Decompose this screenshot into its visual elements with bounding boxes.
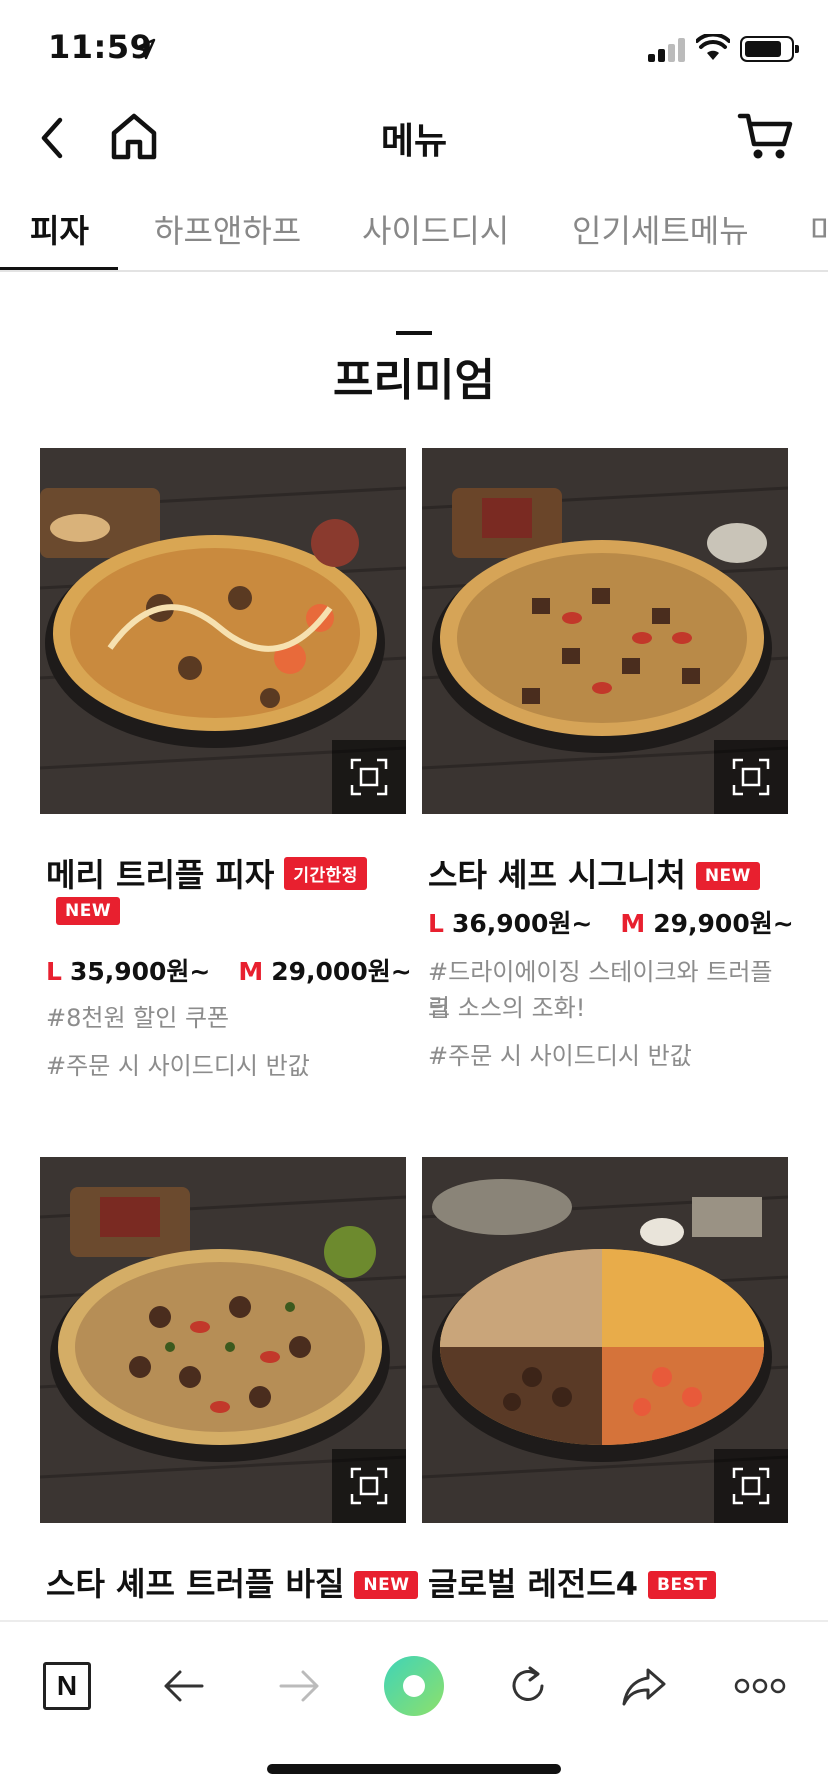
product-name[interactable]: 스타 셰프 시그니처 NEW (428, 850, 760, 896)
price-row: L 35,900원~ M 29,000원~ (46, 957, 412, 986)
zoom-frame-icon (350, 1467, 388, 1505)
naver-home-button[interactable]: N (37, 1656, 97, 1716)
price-medium: 29,000원~ (271, 957, 412, 986)
location-arrow-icon (134, 38, 156, 60)
more-button[interactable] (730, 1656, 790, 1716)
tab-side-dish[interactable]: 사이드디시 (362, 206, 509, 252)
product-tag: #8천원 할인 쿠폰 (46, 1004, 230, 1032)
zoom-button[interactable] (332, 740, 406, 814)
price-large: 36,900원~ (451, 909, 593, 938)
new-badge: NEW (695, 862, 760, 890)
product-name[interactable]: 글로벌 레전드4 BEST (428, 1559, 717, 1605)
price-large: 35,900원~ (69, 957, 211, 986)
product-image[interactable] (422, 448, 788, 814)
nav-bar: 메뉴 (0, 94, 828, 182)
product-name[interactable]: 메리 트리플 피자 기간한정 (46, 850, 367, 896)
best-badge: BEST (648, 1571, 717, 1599)
price-row: L 36,900원~ M 29,900원~ (428, 909, 794, 938)
wifi-icon (696, 34, 730, 60)
zoom-frame-icon (732, 1467, 770, 1505)
zoom-frame-icon (350, 758, 388, 796)
more-dots-icon (734, 1678, 786, 1694)
green-dot-button[interactable] (384, 1656, 444, 1716)
product-tag: #주문 시 사이드디시 반값 (428, 1042, 692, 1070)
zoom-button[interactable] (332, 1449, 406, 1523)
cart-icon[interactable] (736, 106, 796, 166)
new-badge: NEW (354, 1571, 419, 1599)
zoom-frame-icon (732, 758, 770, 796)
zoom-button[interactable] (714, 1449, 788, 1523)
browser-back-button[interactable] (154, 1656, 214, 1716)
reload-button[interactable] (498, 1656, 558, 1716)
share-button[interactable] (614, 1656, 674, 1716)
product-image[interactable] (422, 1157, 788, 1523)
home-indicator (267, 1764, 561, 1774)
naver-n-icon: N (43, 1662, 91, 1710)
category-tabs: 피자 하프앤하프 사이드디시 인기세트메뉴 마 (0, 188, 828, 272)
section-title: 프리미엄 (333, 355, 495, 406)
active-tab-indicator (0, 267, 118, 270)
arrow-right-icon (279, 1670, 319, 1702)
tab-pizza[interactable]: 피자 (30, 206, 89, 252)
page-title: 메뉴 (380, 121, 448, 162)
product-name[interactable]: 스타 셰프 트러플 바질 NEW (46, 1559, 419, 1605)
status-bar: 11:59 (0, 0, 828, 94)
green-dot-icon (384, 1656, 444, 1716)
section-title-dash (396, 331, 432, 335)
battery-icon (740, 36, 799, 62)
cellular-signal-icon (648, 38, 686, 62)
product-tag: #주문 시 사이드디시 반값 (46, 1052, 310, 1080)
browser-forward-button[interactable] (269, 1656, 329, 1716)
zoom-button[interactable] (714, 740, 788, 814)
tab-more[interactable]: 마 (810, 206, 828, 252)
tab-popular-set[interactable]: 인기세트메뉴 (572, 206, 749, 252)
reload-icon (512, 1666, 544, 1701)
browser-toolbar: N (0, 1620, 828, 1792)
new-badge: NEW (56, 897, 121, 925)
price-medium: 29,900원~ (653, 909, 794, 938)
product-tag: 림 소스의 조화! (428, 994, 586, 1022)
limited-badge: 기간한정 (284, 857, 367, 890)
product-image[interactable] (40, 448, 406, 814)
arrow-left-icon (164, 1670, 204, 1702)
tab-half-and-half[interactable]: 하프앤하프 (154, 206, 301, 252)
share-icon (622, 1668, 666, 1706)
product-image[interactable] (40, 1157, 406, 1523)
